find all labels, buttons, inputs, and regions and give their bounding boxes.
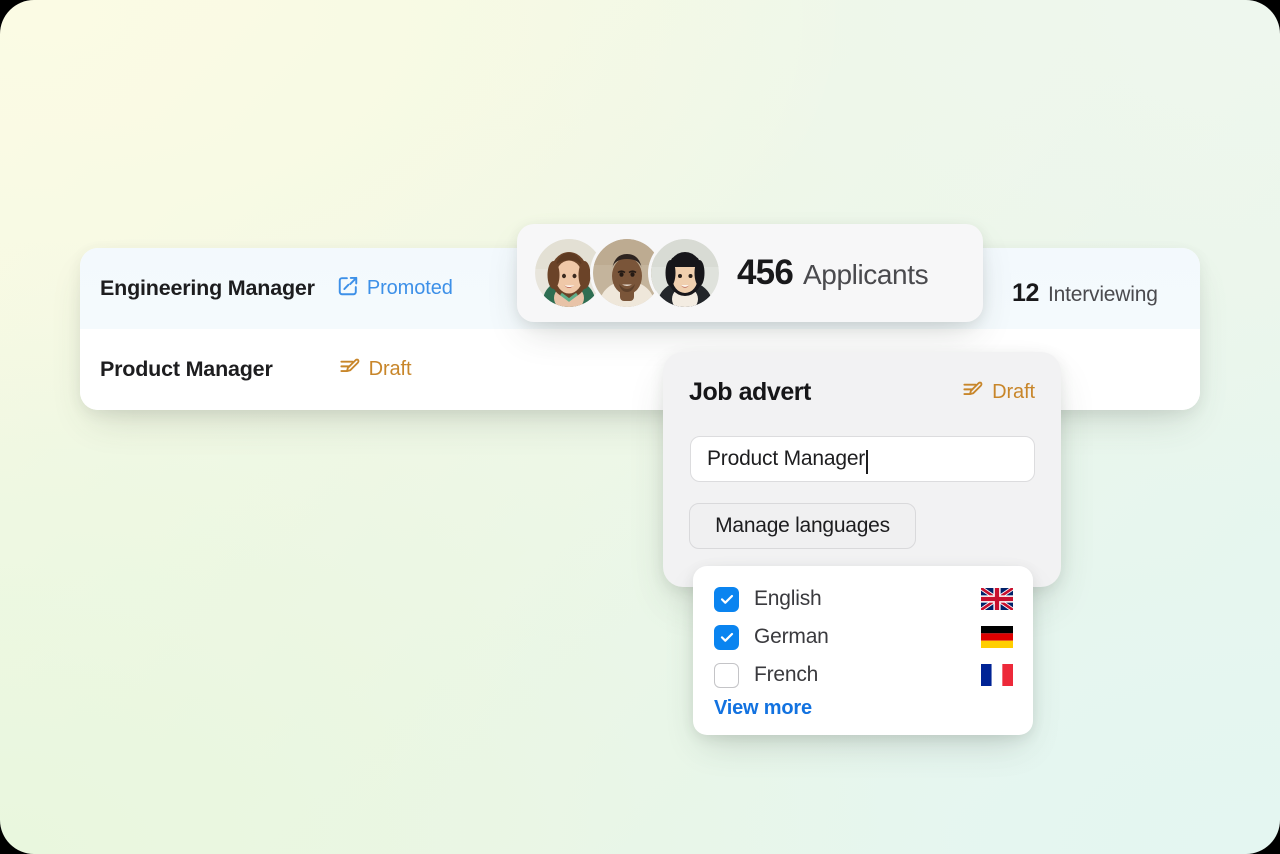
status-label: Promoted [366,277,453,299]
interviewing-count: 12 [1012,279,1040,307]
check-icon [720,594,733,604]
language-checkbox-english[interactable] [714,586,739,612]
check-icon [720,632,733,642]
avatar-stack [535,239,719,307]
status-badge-draft[interactable]: Draft [962,379,1035,407]
applicants-count: 456 [737,253,794,292]
list-item[interactable]: English [714,580,1015,618]
list-item[interactable]: German [714,618,1013,656]
status-label: Draft [992,381,1035,403]
applicants-summary-card[interactable]: 456 Applicants [517,224,983,322]
status-badge-promoted[interactable]: Promoted [337,275,453,303]
flag-fr-icon [981,664,1013,686]
app-canvas: Engineering Manager Promoted Product Man… [0,0,1280,854]
view-more-link[interactable]: View more [714,697,1013,720]
applicants-label: Applicants [803,259,929,290]
interviewing-label: Interviewing [1048,283,1158,306]
draft-edit-lines-icon [339,356,361,384]
job-title: Engineering Manager [100,276,315,300]
interviewing-stat: 12 Interviewing [1012,279,1158,308]
flag-gb-icon [979,586,1015,612]
avatar [651,239,719,307]
page-title: Job advert [689,378,811,406]
status-badge-draft[interactable]: Draft [339,356,412,384]
manage-languages-button[interactable]: Manage languages [689,503,916,549]
draft-edit-lines-icon [962,379,984,407]
promote-box-arrow-icon [337,275,359,303]
flag-de-icon [981,626,1013,649]
language-checkbox-german[interactable] [714,624,739,650]
manage-languages-label: Manage languages [715,514,890,537]
status-label: Draft [368,358,412,380]
text-cursor [866,450,868,474]
list-item[interactable]: French [714,656,1013,694]
languages-dropdown: English German French View more [693,566,1033,735]
job-title: Product Manager [100,357,273,381]
job-title-input-value: Product Manager [707,447,866,470]
applicants-text: 456 Applicants [737,253,929,293]
language-checkbox-french[interactable] [714,662,739,688]
job-advert-header: Job advert Draft [689,378,1035,407]
job-title-input[interactable]: Product Manager [690,436,1035,482]
language-label: French [754,663,819,686]
language-label: German [754,625,829,648]
language-label: English [754,587,822,610]
